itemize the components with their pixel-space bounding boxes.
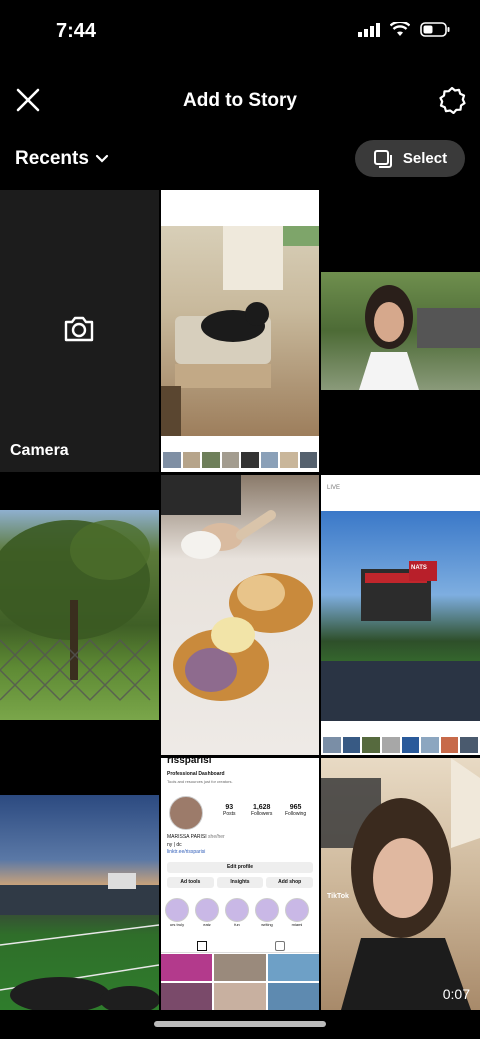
screenshot-profile[interactable]: rissparisi Professional Dashboard Tools … — [161, 758, 319, 1010]
chevron-down-icon — [95, 154, 109, 163]
profile-bio: ny | dc — [167, 842, 182, 848]
profile-link: linktr.ee/rissparisi — [167, 849, 206, 855]
grid-icon — [197, 941, 207, 951]
edit-profile-button: Edit profile — [167, 862, 313, 873]
camera-label: Camera — [10, 442, 69, 459]
insights-button: Insights — [216, 877, 264, 888]
wifi-icon — [390, 22, 410, 36]
camera-icon — [64, 316, 94, 342]
tiktok-label: TikTok — [327, 893, 349, 900]
home-indicator — [154, 1021, 326, 1027]
profile-dashboard-sub: Tools and resources just for creators. — [167, 779, 233, 784]
thumbnail-strip — [161, 452, 319, 468]
tree-graphic — [0, 520, 151, 702]
select-button[interactable]: Select — [355, 140, 465, 177]
select-label: Select — [402, 150, 448, 167]
signal-icon — [358, 22, 380, 37]
ice-cream-graphic — [161, 475, 313, 701]
status-bar: 7:44 — [0, 0, 480, 64]
photo-tree-fence[interactable] — [0, 510, 159, 720]
video-duration: 0:07 — [442, 986, 470, 1002]
posts-count: 93 — [225, 804, 234, 811]
ad-tools-button: Ad tools — [167, 877, 214, 888]
clock: 7:44 — [56, 20, 97, 42]
following-label: Following — [285, 811, 307, 817]
live-label: LIVE — [327, 485, 341, 491]
selfie-graphic — [359, 285, 480, 390]
stadium-graphic — [0, 873, 159, 1010]
posts-label: Posts — [223, 811, 236, 817]
recents-label: Recents — [15, 148, 89, 169]
profile-dashboard: Professional Dashboard — [167, 771, 225, 777]
header: Add to Story — [0, 70, 480, 130]
profile-tab-bar — [161, 938, 319, 953]
stadium-sign: NATS — [411, 565, 427, 571]
add-shop-button: Add shop — [266, 877, 314, 888]
dog-photo — [161, 226, 319, 436]
profile-pronouns: she/her — [208, 834, 225, 840]
photo-ice-cream[interactable] — [161, 475, 319, 755]
following-count: 965 — [289, 804, 302, 811]
screenshot-dog[interactable] — [161, 190, 319, 472]
highlight-label: miami — [291, 922, 303, 927]
screenshot-baseball-live[interactable]: LIVE NATS — [321, 475, 480, 755]
highlight-label: writing — [261, 922, 273, 927]
video-selfie[interactable]: TikTok 0:07 — [321, 758, 480, 1010]
thumbnail-strip — [321, 737, 480, 753]
ballpark-photo: NATS — [321, 511, 480, 721]
highlight-label: fun — [234, 922, 240, 927]
battery-icon — [420, 22, 450, 37]
recents-dropdown[interactable]: Recents — [15, 148, 109, 170]
page-title: Add to Story — [183, 90, 297, 111]
highlights-row: urs truly eatz fun writing miami — [165, 898, 319, 927]
camera-tile[interactable]: Camera — [0, 190, 159, 472]
tagged-icon — [275, 941, 285, 951]
avatar — [169, 796, 203, 830]
multi-select-icon — [373, 149, 392, 168]
gear-icon[interactable] — [438, 86, 466, 114]
video-graphic — [321, 758, 480, 1010]
profile-name: MARISSA PARISI — [167, 834, 207, 840]
photo-selfie-trees[interactable] — [321, 272, 480, 390]
photo-stadium-sunset[interactable] — [0, 795, 159, 1010]
highlight-label: urs truly — [169, 922, 185, 927]
profile-username: rissparisi — [167, 758, 212, 766]
followers-label: Followers — [251, 811, 273, 817]
post-grid — [161, 954, 319, 1010]
highlight-label: eatz — [203, 922, 211, 927]
followers-count: 1,628 — [252, 804, 271, 811]
